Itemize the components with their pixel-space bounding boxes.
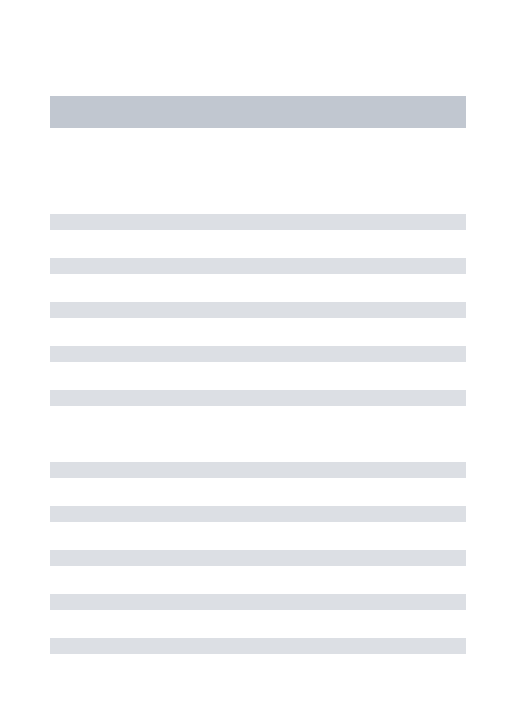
- paragraph-gap: [50, 434, 466, 462]
- skeleton-text-line: [50, 462, 466, 478]
- skeleton-text-line: [50, 346, 466, 362]
- skeleton-text-line: [50, 550, 466, 566]
- skeleton-text-line: [50, 302, 466, 318]
- skeleton-text-line: [50, 214, 466, 230]
- skeleton-text-line: [50, 638, 466, 654]
- skeleton-title: [50, 96, 466, 128]
- skeleton-text-line: [50, 390, 466, 406]
- skeleton-text-line: [50, 506, 466, 522]
- skeleton-text-line: [50, 594, 466, 610]
- skeleton-text-line: [50, 258, 466, 274]
